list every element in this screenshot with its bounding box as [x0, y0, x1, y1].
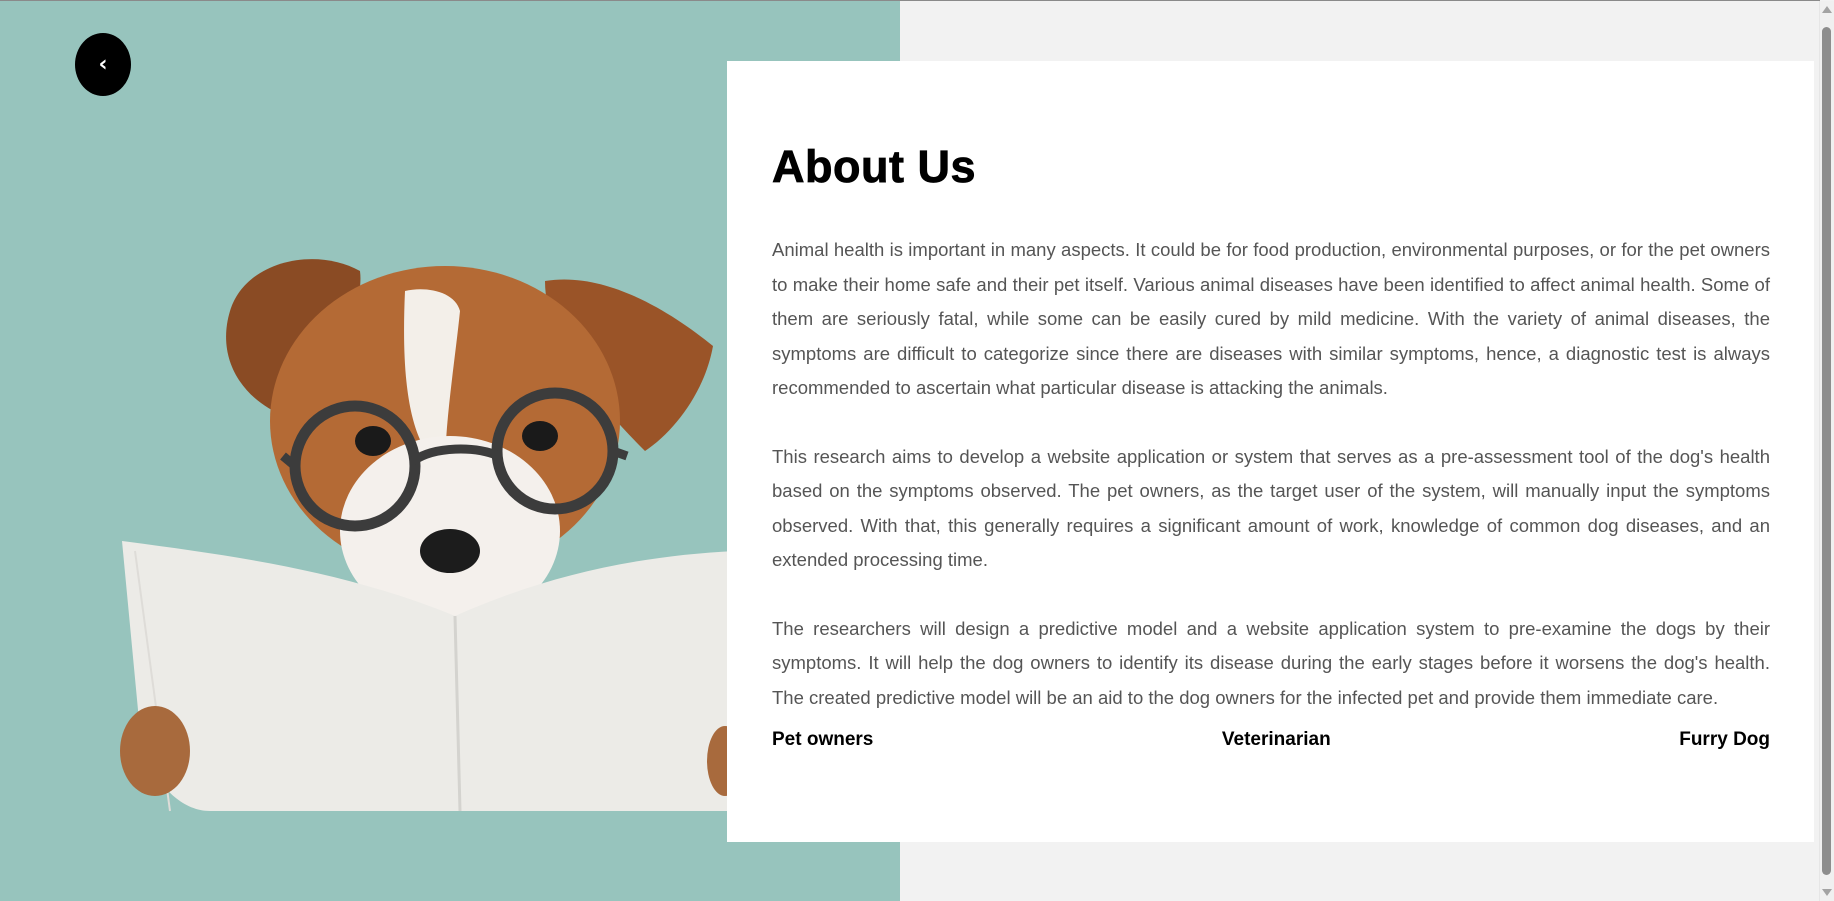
- about-paragraph: This research aims to develop a website …: [772, 445, 1770, 571]
- tag-furry-dog: Furry Dog: [1679, 729, 1770, 750]
- page-title: About Us: [772, 141, 976, 193]
- audience-tags: Pet owners Veterinarian Furry Dog: [772, 729, 1770, 751]
- tag-veterinarian: Veterinarian: [1221, 729, 1331, 750]
- scroll-thumb[interactable]: [1822, 27, 1831, 875]
- chevron-left-icon: ‹: [98, 52, 108, 77]
- about-paragraph: Animal health is important in many aspec…: [772, 239, 1770, 398]
- scroll-up-arrow-icon[interactable]: [1822, 6, 1832, 13]
- tag-pet-owners: Pet owners: [772, 729, 874, 750]
- scroll-down-arrow-icon[interactable]: [1822, 889, 1832, 896]
- about-paragraph: The researchers will design a predictive…: [772, 617, 1770, 708]
- vertical-scrollbar[interactable]: [1819, 1, 1834, 901]
- page: ‹ About Us Animal health is important in…: [0, 0, 1834, 901]
- about-card: About Us Animal health is important in m…: [727, 61, 1814, 842]
- puppy-reading-newspaper-illustration: [120, 259, 735, 812]
- back-button[interactable]: ‹: [75, 33, 131, 96]
